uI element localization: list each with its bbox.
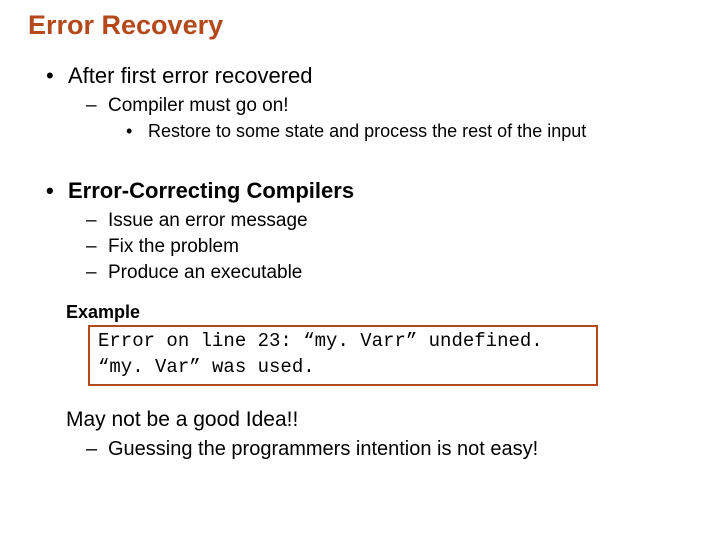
- example-label: Example: [66, 302, 692, 323]
- bullet-text: Guessing the programmers intention is no…: [108, 438, 538, 460]
- spacer: [28, 146, 692, 172]
- bullet-text: Compiler must go on!: [108, 95, 289, 116]
- slide: Error Recovery After first error recover…: [0, 0, 720, 475]
- closing-line: May not be a good Idea!!: [66, 408, 692, 432]
- bullet-text: After first error recovered: [68, 63, 313, 88]
- bullet-level1: After first error recovered: [46, 63, 692, 89]
- bullet-text: Fix the problem: [108, 236, 239, 257]
- bullet-level2: Guessing the programmers intention is no…: [86, 438, 692, 461]
- example-box: Error on line 23: “my. Varr” undefined. …: [88, 325, 598, 386]
- example-line: “my. Var” was used.: [98, 355, 588, 381]
- bullet-level2: Fix the problem: [86, 236, 692, 258]
- bullet-level2: Produce an executable: [86, 262, 692, 284]
- bullet-level1: Error-Correcting Compilers: [46, 178, 692, 204]
- bullet-level2: Issue an error message: [86, 210, 692, 232]
- bullet-text: Error-Correcting Compilers: [68, 178, 354, 203]
- example-line: Error on line 23: “my. Varr” undefined.: [98, 329, 588, 355]
- bullet-level3: Restore to some state and process the re…: [126, 121, 692, 142]
- slide-title: Error Recovery: [28, 10, 692, 41]
- bullet-text: Produce an executable: [108, 262, 302, 283]
- bullet-level2: Compiler must go on!: [86, 95, 692, 117]
- bullet-text: Issue an error message: [108, 210, 308, 231]
- bullet-text: Restore to some state and process the re…: [148, 121, 586, 141]
